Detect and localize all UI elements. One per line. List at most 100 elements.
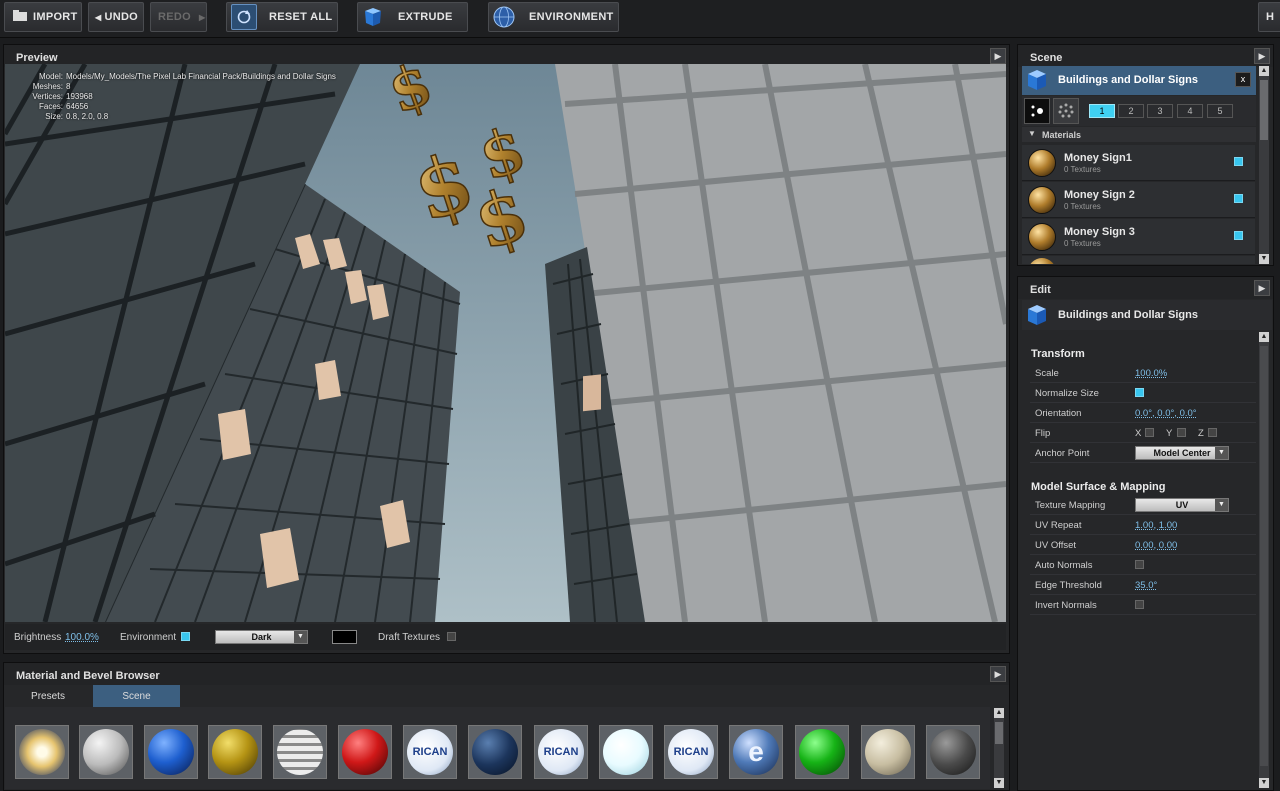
material-visible-checkbox[interactable] <box>1234 231 1243 240</box>
uv-offset-value[interactable]: 0.00, 0.00 <box>1135 540 1177 551</box>
tab-presets[interactable]: Presets <box>5 685 91 707</box>
redo-label: REDO <box>158 11 191 23</box>
background-color-swatch[interactable] <box>332 630 357 644</box>
undo-button[interactable]: ◀ UNDO <box>88 2 144 32</box>
uv-repeat-value[interactable]: 1.00, 1.00 <box>1135 520 1177 531</box>
brightness-value[interactable]: 100.0% <box>65 632 99 643</box>
material-swatch[interactable] <box>599 725 653 779</box>
scroll-down-icon[interactable]: ▼ <box>1259 778 1269 788</box>
scene-model-header[interactable]: Buildings and Dollar Signs x <box>1022 66 1256 95</box>
american-label-sphere-icon: RICAN <box>407 729 453 775</box>
edit-menu-button[interactable]: ▶ <box>1254 280 1270 296</box>
page-5-button[interactable]: 5 <box>1207 104 1233 118</box>
extrude-cube-icon <box>360 4 386 30</box>
extrude-button[interactable]: EXTRUDE <box>357 2 468 32</box>
environment-button[interactable]: ENVIRONMENT <box>488 2 619 32</box>
texture-mapping-dropdown[interactable]: UV ▼ <box>1135 498 1229 512</box>
material-swatch[interactable] <box>861 725 915 779</box>
close-icon[interactable]: x <box>1235 72 1251 87</box>
scroll-down-icon[interactable]: ▼ <box>1259 254 1269 264</box>
auto-normals-label: Auto Normals <box>1035 560 1093 571</box>
anchor-point-dropdown[interactable]: Model Center ▼ <box>1135 446 1229 460</box>
scene-menu-button[interactable]: ▶ <box>1254 48 1270 64</box>
material-swatch[interactable] <box>15 725 69 779</box>
draft-textures-checkbox[interactable] <box>447 632 456 641</box>
material-row[interactable]: Money Sign 2 0 Textures <box>1022 182 1255 218</box>
auto-normals-checkbox[interactable] <box>1135 560 1144 569</box>
reset-all-button[interactable]: RESET ALL <box>226 2 338 32</box>
scroll-thumb[interactable] <box>995 722 1003 744</box>
flip-x-checkbox[interactable] <box>1145 428 1154 437</box>
normalize-size-checkbox[interactable] <box>1135 388 1144 397</box>
hierarchy-icon[interactable] <box>1024 98 1050 124</box>
material-row[interactable]: Money Sign1 0 Textures <box>1022 145 1255 181</box>
anchor-point-value: Model Center <box>1153 448 1211 458</box>
material-row[interactable]: Money Sign 3 0 Textures <box>1022 219 1255 255</box>
page-2-button[interactable]: 2 <box>1118 104 1144 118</box>
invert-normals-checkbox[interactable] <box>1135 600 1144 609</box>
chrome-pattern-sphere-icon <box>277 729 323 775</box>
model-info-key: Meshes: <box>32 82 63 91</box>
scale-value[interactable]: 100.0% <box>1135 368 1167 379</box>
material-swatch[interactable]: RICAN <box>664 725 718 779</box>
materials-section-header[interactable]: ▼ Materials <box>1022 127 1256 142</box>
uv-offset-label: UV Offset <box>1035 540 1077 551</box>
material-browser-title: Material and Bevel Browser <box>4 663 1009 685</box>
material-swatch[interactable]: e <box>729 725 783 779</box>
page-1-button[interactable]: 1 <box>1089 104 1115 118</box>
arrow-right-icon: ▶ <box>198 12 206 22</box>
scroll-up-icon[interactable]: ▲ <box>1259 332 1269 342</box>
scene-scrollbar[interactable]: ▲ ▼ <box>1259 66 1269 264</box>
particles-icon[interactable] <box>1053 98 1079 124</box>
flip-y-label: Y <box>1166 428 1173 439</box>
model-info-value: 0.8, 2.0, 0.8 <box>66 112 109 121</box>
help-button[interactable]: H <box>1258 2 1280 32</box>
material-swatch[interactable] <box>273 725 327 779</box>
scroll-down-icon[interactable]: ▼ <box>994 778 1004 788</box>
material-swatch[interactable]: RICAN <box>534 725 588 779</box>
preview-menu-button[interactable]: ▶ <box>990 48 1006 64</box>
gold-material-icon <box>1028 258 1056 264</box>
chevron-down-icon: ▼ <box>1215 447 1228 459</box>
model-info-value: Models/My_Models/The Pixel Lab Financial… <box>66 72 336 81</box>
material-swatch[interactable] <box>144 725 198 779</box>
top-toolbar: IMPORT ◀ UNDO REDO ▶ RESET ALL EXTRUDE E… <box>0 0 1280 38</box>
materials-label: Materials <box>1042 130 1082 140</box>
material-swatch[interactable] <box>795 725 849 779</box>
preview-viewport[interactable]: $ $ $ $ Model: Models/My_Models/The Pixel… <box>5 64 1006 622</box>
scroll-thumb[interactable] <box>1260 80 1268 140</box>
scroll-up-icon[interactable]: ▲ <box>1259 66 1269 76</box>
material-swatch[interactable] <box>79 725 133 779</box>
material-swatch[interactable] <box>468 725 522 779</box>
material-swatch[interactable] <box>338 725 392 779</box>
edge-threshold-value[interactable]: 35.0° <box>1135 580 1157 591</box>
material-name: Money Sign1 <box>1064 152 1132 164</box>
flip-z-checkbox[interactable] <box>1208 428 1217 437</box>
redo-button[interactable]: REDO ▶ <box>150 2 207 32</box>
environment-checkbox[interactable] <box>181 632 190 641</box>
browser-menu-button[interactable]: ▶ <box>990 666 1006 682</box>
material-swatch[interactable] <box>926 725 980 779</box>
material-visible-checkbox[interactable] <box>1234 194 1243 203</box>
material-swatch[interactable]: RICAN <box>403 725 457 779</box>
orientation-value[interactable]: 0.0°, 0.0°, 0.0° <box>1135 408 1197 419</box>
flip-y-checkbox[interactable] <box>1177 428 1186 437</box>
material-visible-checkbox[interactable] <box>1234 157 1243 166</box>
import-button[interactable]: IMPORT <box>4 2 82 32</box>
background-dropdown[interactable]: Dark ▼ <box>215 630 308 644</box>
material-swatch[interactable] <box>208 725 262 779</box>
scroll-thumb[interactable] <box>1260 346 1268 766</box>
edit-scrollbar[interactable]: ▲ ▼ <box>1259 332 1269 788</box>
flip-z-label: Z <box>1198 428 1204 439</box>
normalize-size-row: Normalize Size <box>1030 383 1256 403</box>
green-sphere-icon <box>799 729 845 775</box>
reset-all-label: RESET ALL <box>269 11 333 23</box>
browser-scrollbar[interactable]: ▲ ▼ <box>994 708 1004 788</box>
page-4-button[interactable]: 4 <box>1177 104 1203 118</box>
background-value: Dark <box>251 632 272 642</box>
help-label: H <box>1266 11 1275 23</box>
tab-scene[interactable]: Scene <box>93 685 180 707</box>
cube-icon <box>1025 303 1049 332</box>
page-3-button[interactable]: 3 <box>1147 104 1173 118</box>
scroll-up-icon[interactable]: ▲ <box>994 708 1004 718</box>
